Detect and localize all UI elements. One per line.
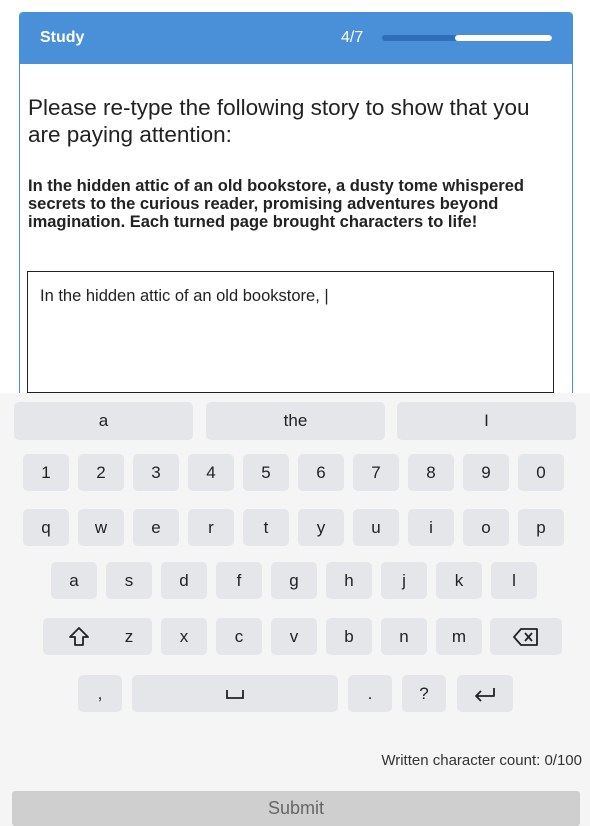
letter-r-key[interactable]: r [188,509,234,546]
comma-key[interactable]: , [78,675,122,712]
story-text: In the hidden attic of an old bookstore,… [28,177,524,231]
question-key[interactable]: ? [402,675,446,712]
enter-icon [473,686,497,702]
period-key[interactable]: . [348,675,392,712]
submit-button[interactable]: Submit [12,791,580,826]
letter-f-key[interactable]: f [216,562,262,599]
suggestion-the[interactable]: the [206,402,385,440]
digit-6-key[interactable]: 6 [298,454,344,491]
digit-0-key[interactable]: 0 [518,454,564,491]
letter-n-key[interactable]: n [381,618,427,655]
letter-b-key[interactable]: b [326,618,372,655]
digit-2-key[interactable]: 2 [78,454,124,491]
suggestion-a[interactable]: a [14,402,193,440]
space-key[interactable] [132,675,338,712]
instruction-heading: Please re-type the following story to sh… [28,95,530,147]
letter-j-key[interactable]: j [381,562,427,599]
letter-w-key[interactable]: w [78,509,124,546]
letter-s-key[interactable]: s [106,562,152,599]
enter-key[interactable] [457,675,513,712]
progress-bar-fill [455,35,552,41]
letter-y-key[interactable]: y [298,509,344,546]
digit-9-key[interactable]: 9 [463,454,509,491]
digit-1-key[interactable]: 1 [23,454,69,491]
letter-q-key[interactable]: q [23,509,69,546]
letter-g-key[interactable]: g [271,562,317,599]
digit-7-key[interactable]: 7 [353,454,399,491]
letter-o-key[interactable]: o [463,509,509,546]
progress-bar [382,35,552,41]
digit-3-key[interactable]: 3 [133,454,179,491]
page-title: Study [40,29,85,46]
letter-d-key[interactable]: d [161,562,207,599]
story-input[interactable]: In the hidden attic of an old bookstore,… [27,271,554,393]
letter-i-key[interactable]: i [408,509,454,546]
character-count: Written character count: 0/100 [381,752,582,769]
study-header: Study 4/7 [20,12,572,64]
progress-counter: 4/7 [341,29,364,46]
letter-k-key[interactable]: k [436,562,482,599]
backspace-key[interactable] [490,618,562,655]
space-icon [225,688,245,700]
backspace-icon [513,627,539,647]
shift-icon [68,626,90,648]
letter-c-key[interactable]: c [216,618,262,655]
letter-x-key[interactable]: x [161,618,207,655]
shift-key[interactable] [43,618,115,655]
letter-t-key[interactable]: t [243,509,289,546]
letter-e-key[interactable]: e [133,509,179,546]
letter-u-key[interactable]: u [353,509,399,546]
suggestion-i[interactable]: I [397,402,576,440]
letter-a-key[interactable]: a [51,562,97,599]
letter-p-key[interactable]: p [518,509,564,546]
digit-5-key[interactable]: 5 [243,454,289,491]
digit-4-key[interactable]: 4 [188,454,234,491]
study-card: Study 4/7 Please re-type the following s… [19,12,573,402]
digit-8-key[interactable]: 8 [408,454,454,491]
letter-l-key[interactable]: l [491,562,537,599]
letter-m-key[interactable]: m [436,618,482,655]
letter-v-key[interactable]: v [271,618,317,655]
letter-h-key[interactable]: h [326,562,372,599]
